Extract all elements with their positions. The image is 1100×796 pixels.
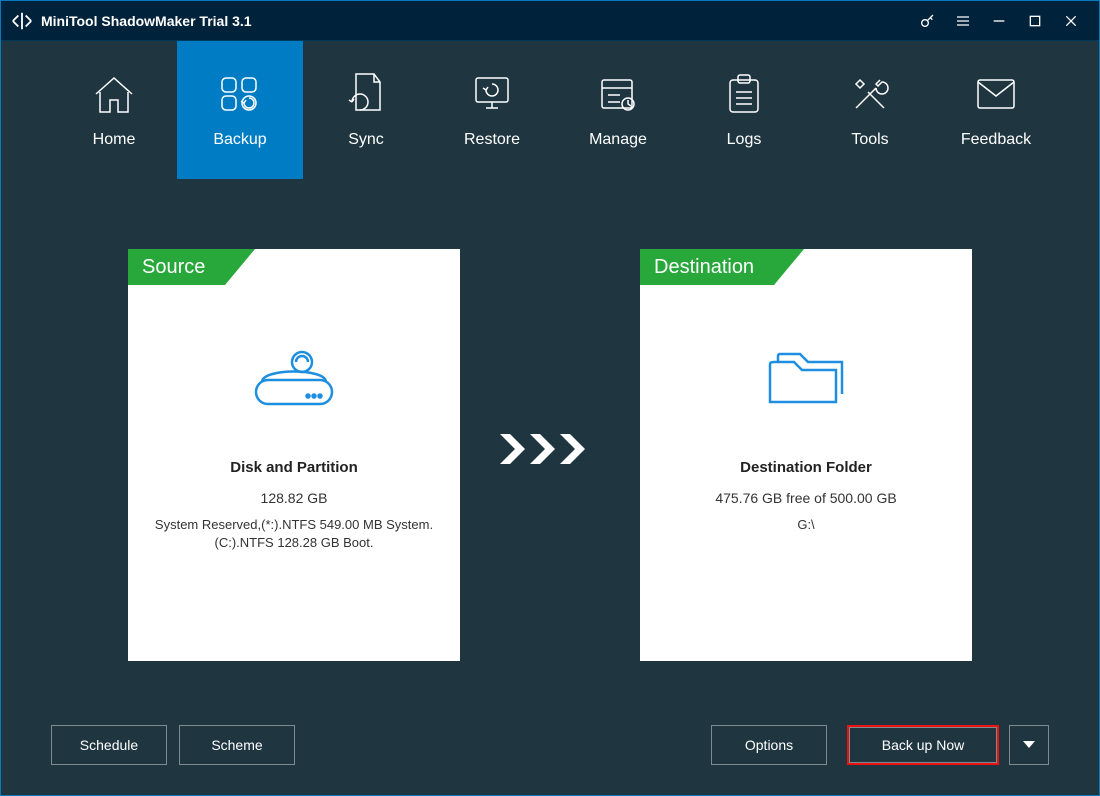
nav-tools[interactable]: Tools: [807, 41, 933, 179]
nav-feedback[interactable]: Feedback: [933, 41, 1059, 179]
nav-logs[interactable]: Logs: [681, 41, 807, 179]
nav-backup[interactable]: Backup: [177, 41, 303, 179]
caret-down-icon: [1023, 741, 1035, 749]
nav-label: Backup: [213, 131, 266, 149]
nav-label: Restore: [464, 131, 520, 149]
destination-path: G:\: [781, 516, 830, 534]
home-icon: [86, 71, 142, 117]
nav-restore[interactable]: Restore: [429, 41, 555, 179]
nav-label: Feedback: [961, 131, 1031, 149]
options-button[interactable]: Options: [711, 725, 827, 765]
nav-sync[interactable]: Sync: [303, 41, 429, 179]
destination-free: 475.76 GB free of 500.00 GB: [715, 490, 896, 506]
maximize-button[interactable]: [1017, 1, 1053, 41]
restore-icon: [464, 71, 520, 117]
nav-label: Manage: [589, 131, 647, 149]
destination-tab-label: Destination: [640, 249, 774, 285]
source-detail: System Reserved,(*:).NTFS 549.00 MB Syst…: [128, 516, 460, 552]
main-nav: Home Backup Sync Restore Manage: [1, 41, 1099, 179]
backup-now-highlight: Back up Now: [847, 725, 999, 765]
nav-manage[interactable]: Manage: [555, 41, 681, 179]
app-logo-icon: [11, 10, 33, 32]
nav-home[interactable]: Home: [51, 41, 177, 179]
app-window: MiniTool ShadowMaker Trial 3.1 Home: [0, 0, 1100, 796]
source-tab-label: Source: [128, 249, 225, 285]
backup-icon: [212, 71, 268, 117]
app-title: MiniTool ShadowMaker Trial 3.1: [41, 13, 252, 29]
disk-icon: [246, 339, 342, 415]
main-content: Source Disk and Partition 128.82 GB Syst…: [1, 179, 1099, 795]
keys-icon[interactable]: [909, 1, 945, 41]
transfer-arrows-icon: [460, 249, 640, 469]
tools-icon: [842, 71, 898, 117]
sync-icon: [338, 71, 394, 117]
destination-card[interactable]: Destination Destination Folder 475.76 GB…: [640, 249, 972, 661]
source-title: Disk and Partition: [230, 459, 358, 476]
destination-title: Destination Folder: [740, 459, 872, 476]
feedback-icon: [968, 71, 1024, 117]
minimize-button[interactable]: [981, 1, 1017, 41]
backup-now-button[interactable]: Back up Now: [849, 727, 997, 763]
logs-icon: [716, 71, 772, 117]
source-card[interactable]: Source Disk and Partition 128.82 GB Syst…: [128, 249, 460, 661]
nav-label: Tools: [851, 131, 888, 149]
nav-label: Sync: [348, 131, 384, 149]
titlebar: MiniTool ShadowMaker Trial 3.1: [1, 1, 1099, 41]
nav-label: Logs: [727, 131, 762, 149]
nav-label: Home: [93, 131, 136, 149]
bottom-toolbar: Schedule Scheme Options Back up Now: [1, 725, 1099, 765]
manage-icon: [590, 71, 646, 117]
schedule-button[interactable]: Schedule: [51, 725, 167, 765]
source-size: 128.82 GB: [261, 490, 328, 506]
close-button[interactable]: [1053, 1, 1089, 41]
scheme-button[interactable]: Scheme: [179, 725, 295, 765]
folder-icon: [758, 339, 854, 415]
menu-icon[interactable]: [945, 1, 981, 41]
backup-now-dropdown[interactable]: [1009, 725, 1049, 765]
